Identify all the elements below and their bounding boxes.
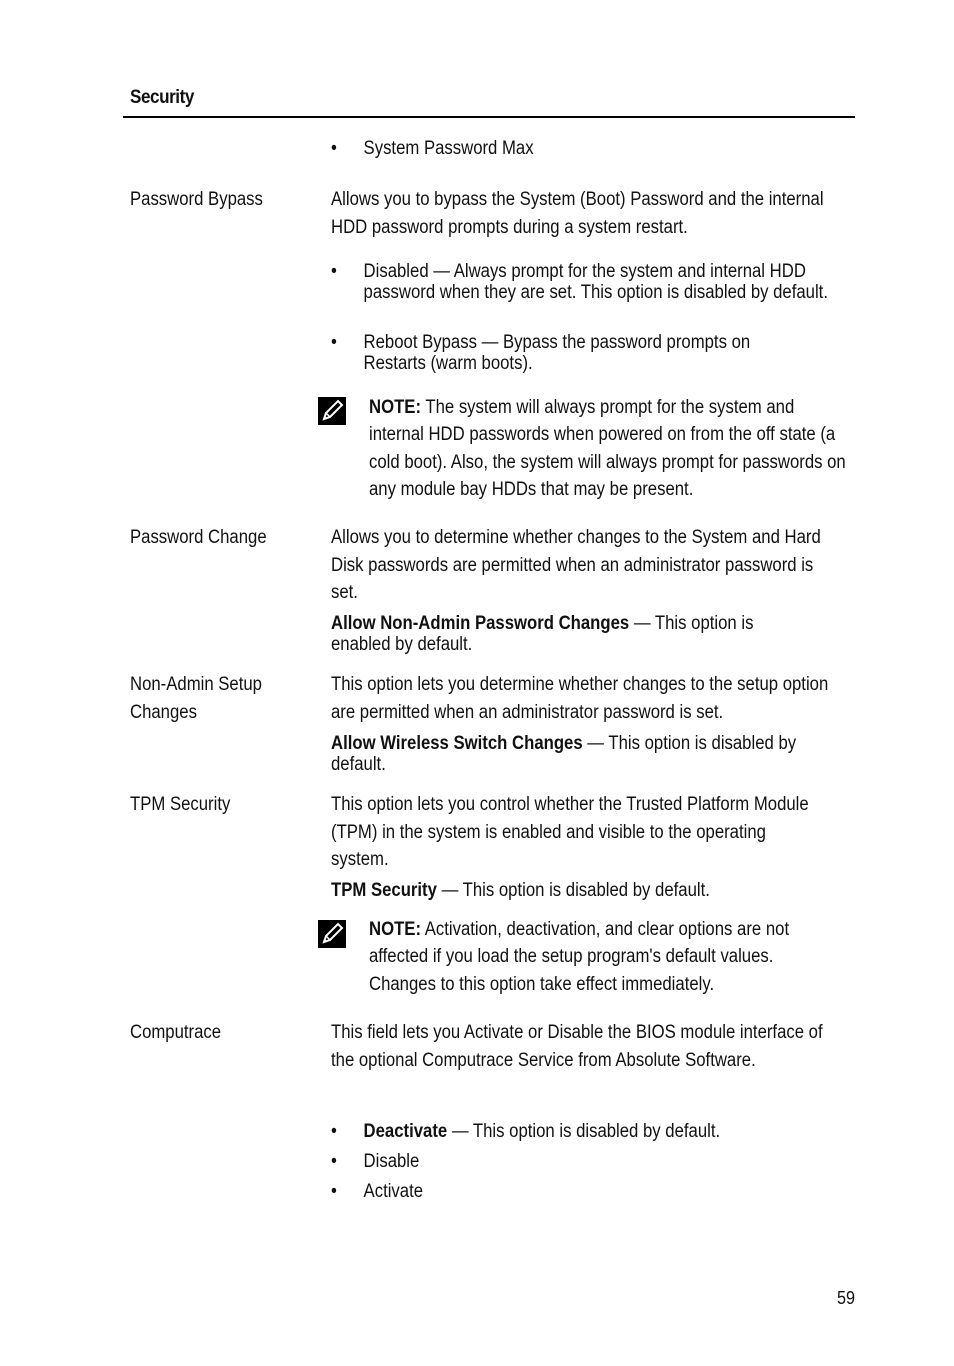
option-name: Allow Wireless Switch Changes: [331, 733, 583, 754]
list-item: • Reboot Bypass — Bypass the password pr…: [331, 332, 751, 374]
list-item: • System Password Max: [331, 138, 534, 159]
bullet: •: [331, 138, 337, 159]
bullet: •: [331, 332, 337, 353]
option-name: TPM Security: [331, 880, 437, 901]
setting-label-tpm-security: TPM Security: [130, 794, 231, 815]
setting-option: Allow Non-Admin Password Changes — This …: [331, 613, 754, 655]
header-divider: [123, 116, 855, 118]
setting-label-password-bypass: Password Bypass: [130, 189, 263, 210]
list-item: • Disabled — Always prompt for the syste…: [331, 261, 828, 303]
list-item: • Activate: [331, 1181, 424, 1202]
setting-label-password-change: Password Change: [130, 527, 267, 548]
section-title: Security: [130, 87, 194, 108]
option-name: Deactivate: [363, 1121, 448, 1142]
setting-description: This option lets you control whether the…: [331, 794, 809, 870]
bullet: •: [331, 1121, 337, 1142]
setting-label-computrace: Computrace: [130, 1022, 222, 1043]
setting-description: This option lets you determine whether c…: [331, 674, 829, 723]
note-prefix: NOTE:: [369, 919, 422, 940]
bullet: •: [331, 261, 337, 282]
setting-label-non-admin-setup-changes: Non-Admin Setup Changes: [130, 674, 262, 723]
note-prefix: NOTE:: [369, 397, 422, 418]
setting-description: Allows you to bypass the System (Boot) P…: [331, 189, 824, 238]
bullet: •: [331, 1151, 337, 1172]
list-item: • Disable: [331, 1151, 420, 1172]
setting-option: Allow Wireless Switch Changes — This opt…: [331, 733, 797, 775]
list-item: • Deactivate — This option is disabled b…: [331, 1121, 721, 1142]
note: NOTE: The system will always prompt for …: [369, 397, 846, 500]
pencil-note-icon: [318, 920, 346, 948]
pencil-note-icon: [318, 397, 346, 425]
setting-option: TPM Security — This option is disabled b…: [331, 880, 710, 901]
option-name: Allow Non-Admin Password Changes: [331, 613, 630, 634]
bullet: •: [331, 1181, 337, 1202]
page-number: 59: [837, 1288, 856, 1308]
setting-description: Allows you to determine whether changes …: [331, 527, 821, 603]
setting-description: This field lets you Activate or Disable …: [331, 1022, 823, 1071]
note: NOTE: Activation, deactivation, and clea…: [369, 919, 790, 995]
